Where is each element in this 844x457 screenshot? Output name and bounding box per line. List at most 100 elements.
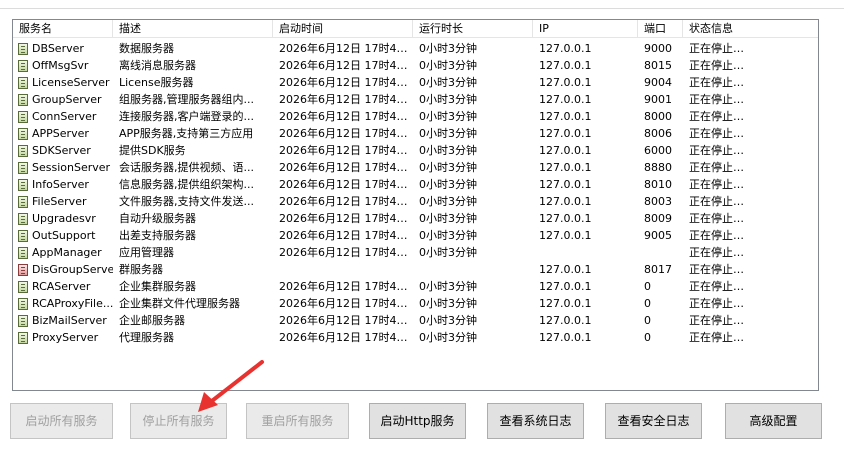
table-row[interactable]: OffMsgSvr 离线消息服务器 2026年6月12日 17时42分 0小时3分钟 1… bbox=[13, 57, 818, 74]
service-port-cell: 8010 bbox=[644, 178, 672, 191]
table-row[interactable]: AppManager 应用管理器 2026年6月12日 17时42分 0小时3分钟 正在… bbox=[13, 244, 818, 261]
column-header-port[interactable]: 端口 bbox=[638, 20, 683, 38]
service-start-cell: 2026年6月12日 17时42分 bbox=[279, 59, 413, 72]
service-icon bbox=[18, 127, 28, 140]
table-row[interactable]: ProxyServer 代理服务器 2026年6月12日 17时42分 0小时3分钟 1… bbox=[13, 329, 818, 346]
service-icon bbox=[18, 59, 28, 72]
service-name: OutSupport bbox=[32, 229, 96, 242]
service-port-cell: 6000 bbox=[644, 144, 672, 157]
service-duration-cell: 0小时3分钟 bbox=[419, 161, 477, 174]
service-duration-cell: 0小时3分钟 bbox=[419, 314, 477, 327]
service-name-cell: DisGroupServer bbox=[13, 261, 113, 278]
service-port-cell: 8003 bbox=[644, 195, 672, 208]
service-ip-cell: 127.0.0.1 bbox=[539, 127, 592, 140]
service-name: DisGroupServer bbox=[32, 263, 113, 276]
stop-all-services-button[interactable]: 停止所有服务 bbox=[130, 403, 227, 439]
service-duration-cell: 0小时3分钟 bbox=[419, 229, 477, 242]
service-port-cell bbox=[638, 244, 683, 261]
column-header-status[interactable]: 状态信息 bbox=[683, 20, 818, 38]
table-row[interactable]: DisGroupServer 群服务器 127.0.0.1 8017 正在停止… bbox=[13, 261, 818, 278]
service-desc-cell: 自动升级服务器 bbox=[119, 212, 196, 225]
service-name: FileServer bbox=[32, 195, 87, 208]
service-duration-cell: 0小时3分钟 bbox=[419, 59, 477, 72]
service-ip-cell bbox=[533, 244, 638, 261]
service-port-cell: 8015 bbox=[644, 59, 672, 72]
service-icon bbox=[18, 331, 28, 344]
service-start-cell: 2026年6月12日 17时41分 bbox=[279, 93, 413, 106]
table-row[interactable]: SDKServer 提供SDK服务 2026年6月12日 17时41分 0小时3分钟 1… bbox=[13, 142, 818, 159]
service-name: BizMailServer bbox=[32, 314, 107, 327]
table-row[interactable]: RCAServer 企业集群服务器 2026年6月12日 17时42分 0小时3分钟 1… bbox=[13, 278, 818, 295]
service-start-cell: 2026年6月12日 17时41分 bbox=[279, 144, 413, 157]
service-icon bbox=[18, 161, 28, 174]
service-desc-cell: APP服务器,支持第三方应用 bbox=[119, 127, 254, 140]
table-row[interactable]: APPServer APP服务器,支持第三方应用 2026年6月12日 17时41分… bbox=[13, 125, 818, 142]
service-port-cell: 9005 bbox=[644, 229, 672, 242]
service-name-cell: Upgradesvr bbox=[13, 210, 113, 227]
service-ip-cell: 127.0.0.1 bbox=[539, 195, 592, 208]
service-start-cell: 2026年6月12日 17时41分 bbox=[279, 127, 413, 140]
column-header-start-time[interactable]: 启动时间 bbox=[273, 20, 413, 38]
service-ip-cell: 127.0.0.1 bbox=[539, 59, 592, 72]
start-http-service-button[interactable]: 启动Http服务 bbox=[369, 403, 466, 439]
table-row[interactable]: OutSupport 出差支持服务器 2026年6月12日 17时41分 0小时3分钟… bbox=[13, 227, 818, 244]
table-row[interactable]: BizMailServer 企业邮服务器 2026年6月12日 17时42分 0小时3… bbox=[13, 312, 818, 329]
service-name: AppManager bbox=[32, 246, 102, 259]
column-header-description[interactable]: 描述 bbox=[113, 20, 273, 38]
service-icon bbox=[18, 212, 28, 225]
service-duration-cell: 0小时3分钟 bbox=[419, 127, 477, 140]
service-status-cell: 正在停止… bbox=[689, 331, 744, 344]
view-security-log-button[interactable]: 查看安全日志 bbox=[605, 403, 702, 439]
service-icon bbox=[18, 297, 28, 310]
service-duration-cell: 0小时3分钟 bbox=[419, 93, 477, 106]
service-status-cell: 正在停止… bbox=[689, 246, 744, 259]
table-row[interactable]: GroupServer 组服务器,管理服务器组内... 2026年6月12日 17时… bbox=[13, 91, 818, 108]
column-header-ip[interactable]: IP bbox=[533, 20, 638, 38]
top-divider bbox=[0, 8, 844, 9]
table-row[interactable]: DBServer 数据服务器 2026年6月12日 17时41分 0小时3分钟 127.… bbox=[13, 40, 818, 57]
service-duration-cell: 0小时3分钟 bbox=[419, 246, 477, 259]
advanced-config-button[interactable]: 高级配置 bbox=[725, 403, 822, 439]
service-port-cell: 9001 bbox=[644, 93, 672, 106]
view-system-log-button[interactable]: 查看系统日志 bbox=[487, 403, 584, 439]
service-name-cell: InfoServer bbox=[13, 176, 113, 193]
service-duration-cell: 0小时3分钟 bbox=[419, 195, 477, 208]
service-port-cell: 0 bbox=[644, 297, 651, 310]
table-row[interactable]: RCAProxyFile... 企业集群文件代理服务器 2026年6月12日 17时… bbox=[13, 295, 818, 312]
service-status-cell: 正在停止… bbox=[689, 314, 744, 327]
service-list[interactable]: 服务名 描述 启动时间 运行时长 IP 端口 状态信息 DBServer 数据服务… bbox=[12, 19, 819, 391]
service-icon bbox=[18, 42, 28, 55]
service-duration-cell: 0小时3分钟 bbox=[419, 212, 477, 225]
service-ip-cell: 127.0.0.1 bbox=[539, 144, 592, 157]
service-start-cell: 2026年6月12日 17时41分 bbox=[279, 195, 413, 208]
service-status-cell: 正在停止… bbox=[689, 144, 744, 157]
table-row[interactable]: LicenseServer License服务器 2026年6月12日 17时41分… bbox=[13, 74, 818, 91]
service-name: RCAProxyFile... bbox=[32, 297, 113, 310]
service-name-cell: LicenseServer bbox=[13, 74, 113, 91]
table-row[interactable]: FileServer 文件服务器,支持文件发送... 2026年6月12日 17时4… bbox=[13, 193, 818, 210]
table-row[interactable]: InfoServer 信息服务器,提供组织架构... 2026年6月12日 17时4… bbox=[13, 176, 818, 193]
start-all-services-button[interactable]: 启动所有服务 bbox=[10, 403, 113, 439]
service-status-cell: 正在停止… bbox=[689, 110, 744, 123]
restart-all-services-button[interactable]: 重启所有服务 bbox=[246, 403, 349, 439]
service-name-cell: GroupServer bbox=[13, 91, 113, 108]
table-row[interactable]: ConnServer 连接服务器,客户端登录的... 2026年6月12日 17时4… bbox=[13, 108, 818, 125]
table-row[interactable]: SessionServer 会话服务器,提供视频、语... 2026年6月12日 1… bbox=[13, 159, 818, 176]
service-name-cell: ConnServer bbox=[13, 108, 113, 125]
service-start-cell: 2026年6月12日 17时41分 bbox=[279, 42, 413, 55]
service-name: OffMsgSvr bbox=[32, 59, 89, 72]
service-name-cell: APPServer bbox=[13, 125, 113, 142]
service-status-cell: 正在停止… bbox=[689, 59, 744, 72]
column-header-service-name[interactable]: 服务名 bbox=[13, 20, 113, 38]
service-desc-cell: 出差支持服务器 bbox=[119, 229, 196, 242]
service-status-cell: 正在停止… bbox=[689, 297, 744, 310]
service-name: APPServer bbox=[32, 127, 89, 140]
service-start-cell: 2026年6月12日 17时42分 bbox=[279, 280, 413, 293]
table-row[interactable]: Upgradesvr 自动升级服务器 2026年6月12日 17时41分 0小时3分钟… bbox=[13, 210, 818, 227]
service-desc-cell: 连接服务器,客户端登录的... bbox=[119, 110, 254, 123]
column-header-duration[interactable]: 运行时长 bbox=[413, 20, 533, 38]
service-status-cell: 正在停止… bbox=[689, 195, 744, 208]
service-desc-cell: 群服务器 bbox=[119, 263, 163, 276]
service-icon bbox=[18, 93, 28, 106]
service-name: InfoServer bbox=[32, 178, 89, 191]
